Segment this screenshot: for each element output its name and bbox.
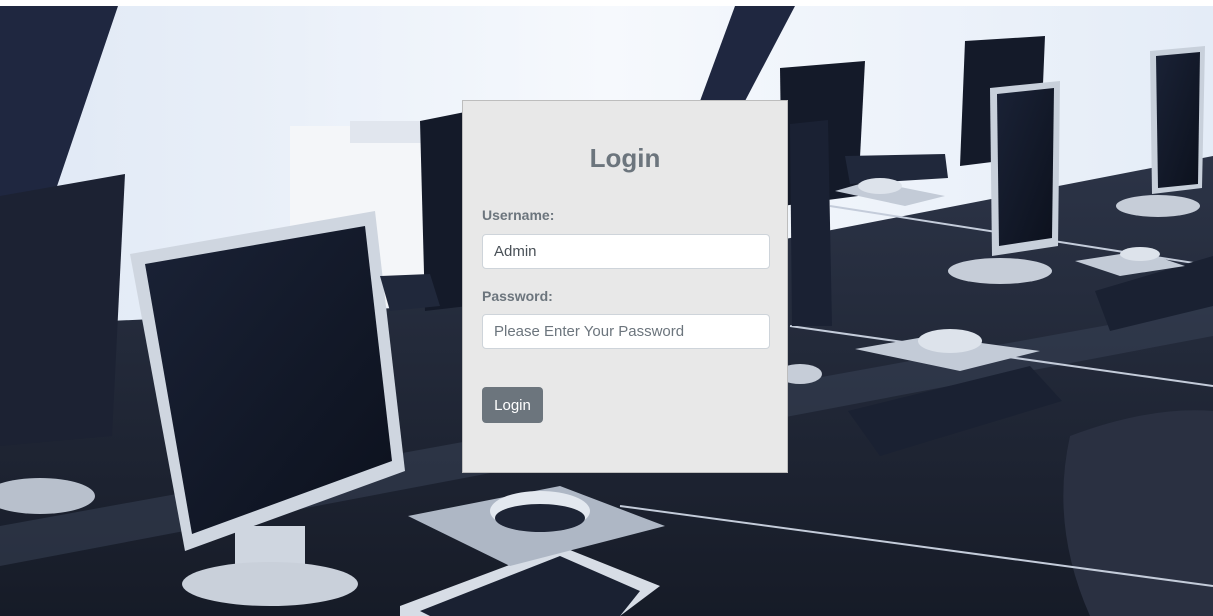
password-input[interactable]: [482, 314, 770, 349]
login-title: Login: [589, 143, 661, 173]
login-button[interactable]: Login: [482, 387, 543, 423]
password-label: Password:: [482, 288, 553, 304]
username-label: Username:: [482, 207, 555, 223]
username-input[interactable]: [482, 234, 770, 269]
login-card: Login Username: Password: Login: [462, 100, 788, 473]
